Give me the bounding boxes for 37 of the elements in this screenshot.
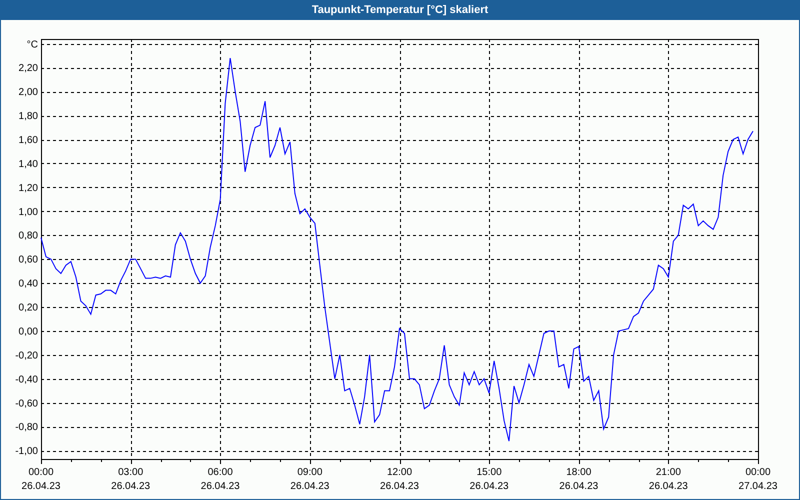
y-axis-label: -0,60 [15, 398, 38, 410]
y-axis-label: 0,00 [18, 326, 38, 338]
x-axis-date-label: 26.04.23 [22, 481, 60, 492]
x-axis-date-label: 26.04.23 [380, 481, 419, 492]
y-axis-label: -0,80 [15, 422, 38, 434]
y-axis-label: -1,00 [15, 446, 38, 458]
x-axis-time-label: 09:00 [297, 467, 322, 478]
y-axis-label: 0,20 [18, 302, 38, 314]
y-axis-label: 1,60 [18, 135, 38, 146]
y-axis-label: 0,60 [18, 254, 38, 266]
x-axis-date-label: 26.04.23 [111, 481, 150, 492]
x-axis-date-label: 26.04.23 [200, 481, 240, 492]
x-axis-time-label: 21:00 [656, 467, 681, 478]
x-axis-date-label: 26.04.23 [648, 481, 688, 492]
y-axis-label: °C [26, 39, 38, 50]
y-axis-label: -0,40 [15, 374, 38, 386]
y-axis-label: 0,80 [18, 230, 38, 242]
y-axis-label: 1,40 [18, 158, 38, 170]
window-title: Taupunkt-Temperatur [°C] skaliert [310, 2, 490, 18]
x-axis-date-label: 26.04.23 [290, 481, 330, 492]
x-axis-date-label: 26.04.23 [559, 481, 598, 492]
y-axis-label: 1,20 [18, 182, 38, 194]
y-axis-label: 1,00 [18, 206, 38, 218]
x-axis-time-label: 18:00 [566, 467, 592, 478]
y-axis-label: -0,20 [15, 350, 38, 362]
x-axis-time-label: 00:00 [28, 467, 54, 478]
x-axis-time-label: 00:00 [745, 467, 771, 478]
x-axis-time-label: 15:00 [476, 467, 502, 478]
x-axis-time-label: 06:00 [208, 467, 233, 478]
x-axis-time-label: 03:00 [118, 467, 144, 478]
y-axis-label: 0,40 [18, 278, 38, 290]
x-axis-date-label: 27.04.23 [738, 481, 778, 492]
x-axis-time-label: 12:00 [386, 467, 412, 478]
x-axis-date-label: 26.04.23 [470, 481, 509, 492]
y-axis-label: 2,20 [18, 63, 38, 74]
y-axis-label: 1,80 [18, 111, 38, 122]
y-axis-label: 2,00 [18, 87, 38, 98]
